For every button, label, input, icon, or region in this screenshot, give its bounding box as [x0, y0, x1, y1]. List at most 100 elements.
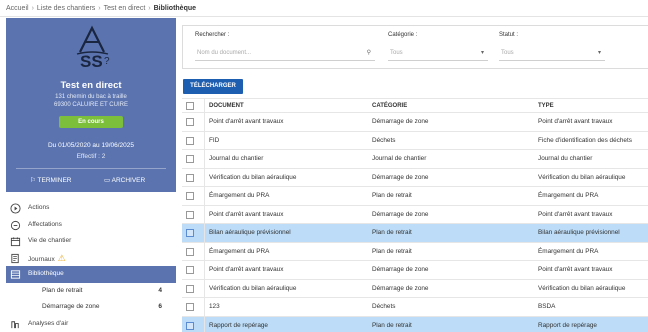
sidebar-item-affectations[interactable]: Affectations [6, 217, 176, 234]
sidebar-item-bibliotheque[interactable]: Bibliothèque [6, 266, 176, 283]
chevron-down-icon: ▾ [597, 50, 601, 56]
row-checkbox[interactable] [186, 155, 194, 163]
sidebar-item-label: Bibliothèque [28, 270, 64, 277]
category-select[interactable]: Tous ▾ [388, 45, 488, 61]
table-row[interactable]: Bilan aéraulique prévisionnel Plan de ret… [182, 224, 648, 243]
row-checkbox[interactable] [186, 303, 194, 311]
column-header-type[interactable]: TYPE [538, 99, 648, 114]
cell-document[interactable]: Émargement du PRA [209, 187, 369, 206]
warning-icon: ⚠ [57, 252, 66, 263]
card-divider [16, 168, 166, 169]
sidebar-subitem-plan-de-retrait[interactable]: Plan de retrait 4 [6, 283, 176, 300]
cell-type: Bilan aéraulique prévisionnel [538, 229, 620, 236]
row-checkbox[interactable] [186, 321, 194, 330]
cell-type: Vérification du bilan aéraulique [538, 173, 626, 181]
breadcrumb-project[interactable]: Test en direct [104, 5, 146, 12]
select-all-checkbox[interactable] [186, 102, 194, 110]
sidebar-menu: Actions Affectations Vie de chantier Jou… [6, 200, 176, 332]
table-row[interactable]: 123 Déchets BSDA [182, 298, 648, 317]
row-checkbox[interactable] [186, 173, 194, 182]
cell-document[interactable]: Vérification du bilan aéraulique [209, 280, 369, 299]
assignment-icon [10, 220, 21, 230]
chevron-right-icon: › [31, 5, 34, 12]
table-row[interactable]: Émargement du PRA Plan de retrait Émargeme… [182, 187, 648, 206]
cell-document[interactable]: Point d'arrêt avant travaux [209, 261, 369, 280]
breadcrumb-current: Bibliothèque [153, 5, 197, 12]
asbestos-logo-icon: SS ? [76, 25, 110, 71]
table-row[interactable]: Point d'arrêt avant travaux Démarrage de … [182, 261, 648, 280]
table-row[interactable]: Rapport de repérage Plan de retrait Rappor… [182, 316, 648, 332]
cell-document[interactable]: Journal du chantier [209, 150, 369, 169]
download-button[interactable]: TÉLÉCHARGER [183, 79, 243, 94]
project-title: Test en direct [60, 80, 122, 91]
breadcrumb-home[interactable]: Accueil [6, 5, 29, 12]
cell-document[interactable]: FID [209, 132, 369, 151]
cell-document[interactable]: Rapport de repérage [209, 317, 369, 332]
sidebar-subitem-label: Démarrage de zone [42, 303, 100, 310]
cell-category: Plan de retrait [372, 192, 412, 199]
project-address-line2: 69300 CALUIRE ET CUIRE [54, 102, 128, 108]
main-content: Rechercher : Nom du document... ⚲ Catégo… [182, 25, 648, 332]
table-row[interactable]: Émargement du PRA Plan de retrait Émargeme… [182, 242, 648, 262]
column-header-category[interactable]: CATÉGORIE [372, 99, 534, 114]
sidebar-subitem-demarrage-de-zone[interactable]: Démarrage de zone 6 [6, 299, 176, 316]
journal-icon [11, 253, 19, 263]
row-checkbox[interactable] [186, 266, 194, 274]
sidebar-item-analyses-air[interactable]: Analyses d'air [6, 316, 176, 332]
row-checkbox[interactable] [186, 136, 194, 145]
category-selected-value: Tous [390, 50, 403, 56]
sidebar-item-actions[interactable]: Actions [6, 200, 176, 217]
cell-document[interactable]: Bilan aéraulique prévisionnel [209, 224, 369, 243]
row-checkbox[interactable] [186, 192, 194, 200]
column-divider [204, 242, 205, 260]
table-row[interactable]: FID Déchets Fiche d'identification des déc… [182, 131, 648, 151]
cell-document[interactable]: Vérification du bilan aéraulique [209, 169, 369, 188]
table-row[interactable]: Point d'arrêt avant travaux Démarrage de … [182, 205, 648, 225]
row-checkbox[interactable] [186, 229, 194, 237]
table-row[interactable]: Vérification du bilan aéraulique Démarrag… [182, 279, 648, 299]
search-input[interactable]: Nom du document... ⚲ [195, 45, 375, 61]
archive-button[interactable]: ▭ ARCHIVER [104, 176, 145, 184]
cell-document[interactable]: Point d'arrêt avant travaux [209, 206, 369, 225]
status-select[interactable]: Tous ▾ [499, 45, 605, 61]
row-checkbox[interactable] [186, 118, 194, 126]
column-divider [204, 298, 205, 316]
sidebar-item-label: Affectations [28, 220, 62, 228]
breadcrumb-site-list[interactable]: Liste des chantiers [37, 5, 95, 12]
status-label: Statut : [499, 32, 519, 38]
cell-type: Rapport de repérage [538, 321, 597, 329]
cell-type: Émargement du PRA [538, 192, 599, 199]
row-checkbox[interactable] [186, 210, 194, 219]
cell-document[interactable]: Point d'arrêt avant travaux [209, 113, 369, 132]
terminate-button[interactable]: ⚐ TERMINER [30, 176, 71, 184]
status-selected-value: Tous [501, 50, 514, 56]
cell-category: Déchets [372, 136, 396, 144]
table-row[interactable]: Journal du chantier Journal de chantier Jo… [182, 150, 648, 169]
row-checkbox[interactable] [186, 247, 194, 256]
cell-category: Plan de retrait [372, 247, 412, 255]
cell-document[interactable]: Émargement du PRA [209, 243, 369, 262]
column-divider [204, 99, 205, 112]
sidebar-item-journaux[interactable]: Journaux ⚠ [6, 250, 176, 267]
table-row[interactable]: Point d'arrêt avant travaux Démarrage de … [182, 113, 648, 132]
column-divider [204, 279, 205, 297]
row-checkbox[interactable] [186, 284, 194, 293]
column-header-document[interactable]: DOCUMENT [209, 99, 369, 114]
table-row[interactable]: Vérification du bilan aéraulique Démarrag… [182, 168, 648, 188]
cell-category: Journal de chantier [372, 155, 427, 162]
chevron-right-icon: › [148, 5, 151, 12]
sidebar-item-vie-de-chantier[interactable]: Vie de chantier [6, 233, 176, 250]
column-divider [204, 150, 205, 168]
column-divider [204, 261, 205, 279]
column-divider [204, 168, 205, 186]
cell-document[interactable]: 123 [209, 298, 369, 317]
status-badge: En cours [59, 116, 123, 128]
svg-text:SS: SS [80, 52, 103, 71]
table-header-row: DOCUMENT CATÉGORIE TYPE [182, 98, 648, 113]
column-divider [204, 316, 205, 332]
search-icon[interactable]: ⚲ [367, 45, 371, 61]
sidebar-item-label: Journaux [28, 255, 55, 263]
svg-text:?: ? [104, 56, 110, 67]
sidebar-item-label: Analyses d'air [28, 319, 69, 327]
archive-icon: ▭ [104, 177, 111, 184]
